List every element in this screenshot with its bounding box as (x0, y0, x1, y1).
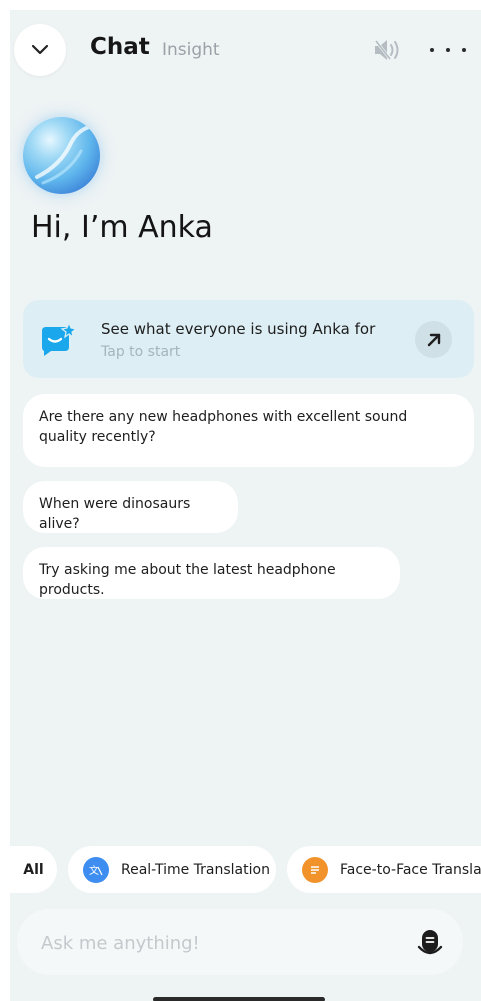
chevron-down-icon (31, 44, 49, 55)
more-dot (446, 48, 450, 52)
chat-screen: Chat Insight Hi, I’m Anka See what every… (10, 10, 481, 1001)
message-input-bar (17, 909, 463, 977)
avatar-swirl (35, 125, 91, 185)
promo-card[interactable]: See what everyone is using Anka for Tap … (23, 300, 474, 378)
more-options-button[interactable] (430, 38, 466, 62)
home-indicator[interactable] (153, 997, 325, 1001)
mute-button[interactable] (372, 38, 404, 62)
more-dot (462, 48, 466, 52)
chip-face-to-face-translation[interactable]: Face-to-Face Translati (287, 846, 481, 893)
greeting-title: Hi, I’m Anka (31, 210, 213, 245)
chip-all[interactable]: All (10, 846, 57, 893)
suggestion-bubble[interactable]: Are there any new headphones with excell… (23, 394, 474, 467)
svg-text:文: 文 (89, 864, 99, 877)
suggestion-bubble[interactable]: When were dinosaurs alive? (23, 481, 238, 533)
arrow-up-right-icon (427, 333, 440, 346)
microphone-icon (417, 930, 443, 955)
chip-label: Real-Time Translation (121, 861, 270, 878)
document-icon (302, 856, 328, 883)
promo-title: See what everyone is using Anka for (101, 320, 376, 338)
collapse-button[interactable] (14, 24, 66, 76)
tab-insight[interactable]: Insight (162, 40, 220, 60)
assistant-avatar (23, 117, 100, 194)
speaker-muted-icon (374, 40, 399, 60)
chip-real-time-translation[interactable]: 文 Real-Time Translation (68, 846, 276, 893)
tab-chat[interactable]: Chat (90, 34, 150, 60)
promo-subtitle: Tap to start (101, 344, 181, 360)
translate-icon: 文 (83, 856, 109, 883)
more-dot (430, 48, 434, 52)
chip-label: Face-to-Face Translati (340, 861, 481, 878)
chip-label: All (23, 861, 44, 878)
chat-star-icon (42, 323, 77, 356)
promo-open-button[interactable] (415, 321, 452, 358)
suggestion-bubble[interactable]: Try asking me about the latest headphone… (23, 547, 400, 599)
voice-input-button[interactable] (417, 929, 443, 957)
message-input[interactable] (39, 909, 403, 977)
